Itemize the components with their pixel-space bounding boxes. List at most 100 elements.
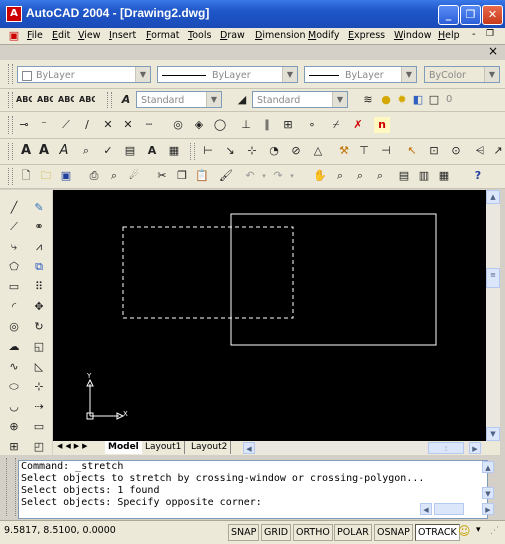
polyline-icon[interactable]: ⤷ [6,239,22,255]
chevron-down-icon[interactable]: ▼ [135,67,150,82]
snap-extension-icon[interactable]: ┄ [141,117,157,133]
dim-text-edit-icon[interactable]: ↗ [490,143,505,159]
continue-dim-icon[interactable]: ⊣ [378,143,394,159]
snap-node-icon[interactable]: ∘ [304,117,320,133]
dim-style-icon[interactable]: ◢ [234,92,250,108]
scroll-up-icon[interactable]: ▲ [486,190,500,204]
scroll-right-icon[interactable]: ▶ [482,503,494,515]
close-button[interactable]: ✕ [482,5,503,25]
toolbar-grip[interactable] [8,92,13,108]
tolerance-icon[interactable]: ⊡ [426,143,442,159]
communication-center-icon[interactable]: ☺ [458,524,471,538]
trim-icon[interactable]: ⊹ [31,379,47,395]
abc-edit-icon[interactable]: ABC [58,92,74,108]
drawing-area[interactable]: Y X [53,190,486,441]
insert-block-icon[interactable]: ⊕ [6,419,22,435]
arc-icon[interactable]: ◜ [6,299,22,315]
menu-tools[interactable]: Tools [188,30,211,41]
chevron-down-icon[interactable]: ▼ [484,67,499,82]
zoom-realtime-icon[interactable]: ⌕ [332,168,348,184]
snap-nearest-icon[interactable]: ⌿ [328,117,344,133]
scroll-right-icon[interactable]: ▶ [469,442,481,454]
justify-text-icon[interactable]: ▦ [166,143,182,159]
plotstyle-combo[interactable]: ByColor ▼ [424,66,500,83]
line-icon[interactable]: ╱ [6,200,22,216]
single-text-icon[interactable]: A [36,143,52,159]
abc-find-icon[interactable]: ABC [37,92,53,108]
revision-cloud-icon[interactable]: ☁ [6,339,22,355]
snap-toggle[interactable]: SNAP [228,524,260,541]
layer-color-combo[interactable]: ByLayer ▼ [17,66,151,83]
angular-dim-icon[interactable]: △ [310,143,326,159]
chevron-down-icon[interactable]: ▼ [206,92,221,107]
otrack-toggle[interactable]: OTRACK [415,524,460,541]
snap-perpendicular-icon[interactable]: ⊥ [238,117,254,133]
scroll-down-icon[interactable]: ▼ [482,487,494,499]
horizontal-scrollbar[interactable]: ◀ ⦙ ▶ [243,442,483,454]
move-icon[interactable]: ✥ [31,299,47,315]
temp-track-icon[interactable]: ⊸ [16,117,32,133]
circle-icon[interactable]: ◎ [6,319,22,335]
offset-icon[interactable]: ⧉ [31,259,47,275]
break-icon[interactable]: ▭ [31,419,47,435]
center-mark-icon[interactable]: ⊙ [448,143,464,159]
menu-format[interactable]: Format [146,30,180,41]
chamfer-icon[interactable]: ◰ [31,439,47,455]
paste-icon[interactable]: 📋 [194,168,210,184]
toolbar-grip[interactable] [8,143,13,160]
current-layer-value[interactable]: 0 [446,94,452,105]
scroll-left-icon[interactable]: ◀ [420,503,432,515]
scroll-left-icon[interactable]: ◀ [243,442,255,454]
cut-icon[interactable]: ✂ [154,168,170,184]
redo-dropdown-icon[interactable]: ▾ [284,168,300,184]
snap-quadrant-icon[interactable]: ◈ [191,117,207,133]
toolbar-grip[interactable] [8,168,13,185]
text-style-combo[interactable]: Standard ▼ [136,91,222,108]
radius-dim-icon[interactable]: ◔ [266,143,282,159]
leader-icon[interactable]: ↖ [404,143,420,159]
ellipse-arc-icon[interactable]: ◡ [6,399,22,415]
linetype-combo[interactable]: ByLayer ▼ [157,66,298,83]
doc-close-button[interactable]: × [488,44,498,58]
command-prompt[interactable]: Select objects: Specify opposite corner: [19,497,487,509]
command-vertical-scrollbar[interactable]: ▲ ▼ [482,460,496,500]
tab-navigation-arrows[interactable]: ◀◀▶▶ [57,442,105,450]
rotate-icon[interactable]: ↻ [31,319,47,335]
erase-icon[interactable]: ✎ [31,200,47,216]
tool-palettes-icon[interactable]: ▦ [436,168,452,184]
publish-icon[interactable]: ☄ [126,168,142,184]
linear-dim-icon[interactable]: ⊢ [200,143,216,159]
menu-dimension[interactable]: Dimension [255,30,306,41]
toolbar-grip[interactable] [8,116,13,134]
menu-window[interactable]: Window [394,30,431,41]
scale-icon[interactable]: ◱ [31,339,47,355]
menu-modify[interactable]: Modify [308,30,340,41]
snap-none-icon[interactable]: ✗ [350,117,366,133]
make-block-icon[interactable]: ⊞ [6,439,22,455]
properties-icon[interactable]: ▤ [396,168,412,184]
array-icon[interactable]: ⠿ [31,279,47,295]
construction-line-icon[interactable]: ⟋ [6,219,22,235]
sun-icon[interactable]: ✹ [394,92,410,108]
edit-text-icon[interactable]: A [56,143,72,159]
status-menu-icon[interactable]: ▾ [476,525,481,535]
snap-center-icon[interactable]: ◎ [170,117,186,133]
diameter-dim-icon[interactable]: ⊘ [288,143,304,159]
scroll-down-icon[interactable]: ▼ [486,427,500,441]
menu-insert[interactable]: Insert [109,30,136,41]
text-style-manager-icon[interactable]: ▤ [122,143,138,159]
minimize-button[interactable]: _ [438,5,459,25]
extend-icon[interactable]: ⇢ [31,399,47,415]
doc-restore-button[interactable]: ❐ [486,29,494,39]
find-text-icon[interactable]: ⌕ [78,143,94,159]
ortho-toggle[interactable]: ORTHO [293,524,333,541]
print-icon[interactable]: ⎙ [86,168,102,184]
snap-intersection-icon[interactable]: ✕ [100,117,116,133]
command-window-grip[interactable] [6,458,16,516]
snap-insert-icon[interactable]: ⊞ [280,117,296,133]
snap-endpoint-icon[interactable]: ⟋ [58,117,74,133]
menu-file[interactable]: File [27,30,43,41]
layer-square-icon[interactable]: □ [426,92,442,108]
menu-express[interactable]: Express [348,30,385,41]
polar-toggle[interactable]: POLAR [334,524,372,541]
